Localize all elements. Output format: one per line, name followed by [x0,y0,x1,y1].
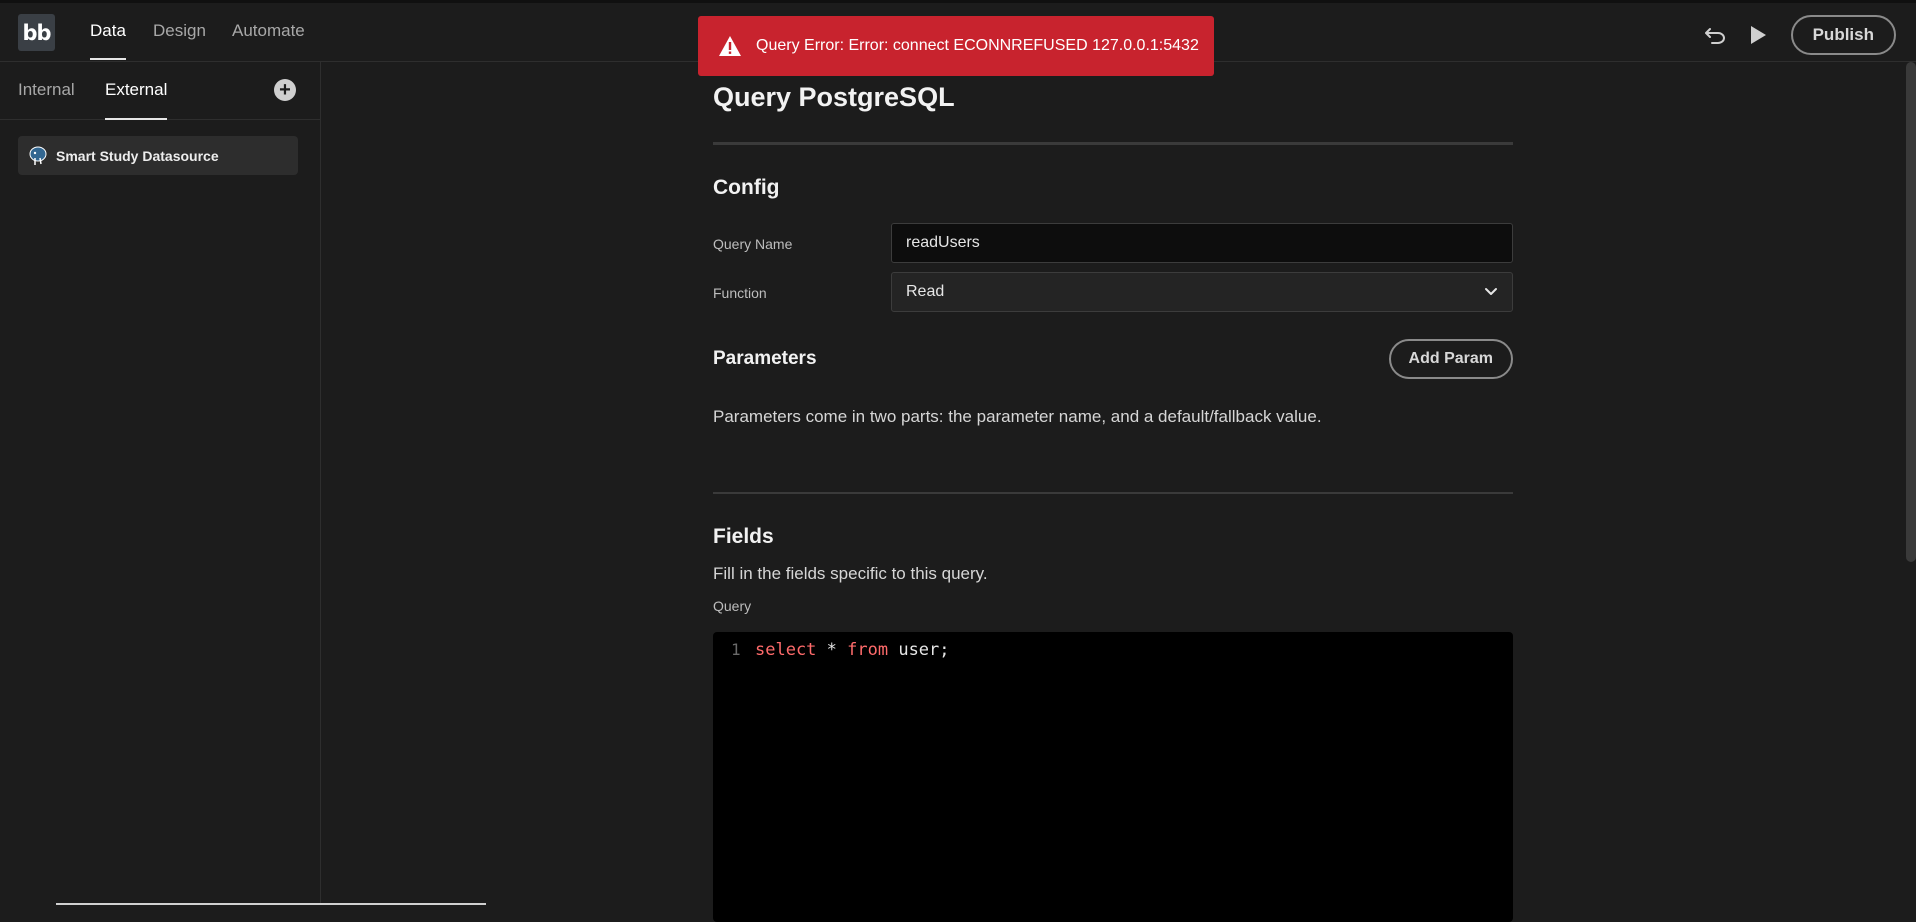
function-label: Function [713,285,767,301]
main-scrollbar[interactable] [1906,62,1916,562]
query-name-input[interactable]: readUsers [891,223,1513,263]
tab-internal[interactable]: Internal [18,80,75,100]
page-title: Query PostgreSQL [713,82,955,113]
tab-data[interactable]: Data [90,21,126,41]
sidebar-tabs: Internal External + [0,62,320,120]
header-actions: Publish [1699,15,1896,55]
tab-external[interactable]: External [105,80,167,100]
fields-heading: Fields [713,525,774,549]
postgresql-icon [28,146,48,166]
sidebar: Internal External + Smart Study Datasour… [0,62,321,905]
undo-icon[interactable] [1699,18,1733,52]
fields-description: Fill in the fields specific to this quer… [713,564,988,584]
datasource-item-smart-study[interactable]: Smart Study Datasource [18,136,298,175]
title-divider [713,142,1513,145]
chevron-down-icon [1484,285,1498,304]
function-select-value: Read [906,283,944,301]
add-circle-icon[interactable]: + [274,79,296,101]
query-label: Query [713,598,751,614]
code-keyword-from: from [847,640,888,660]
toast-message: Query Error: Error: connect ECONNREFUSED… [756,37,1199,55]
query-name-label: Query Name [713,236,792,252]
code-keyword-select: select [755,640,816,660]
alert-triangle-icon [718,35,742,57]
datasource-label: Smart Study Datasource [56,148,219,164]
code-operator: * [816,640,847,660]
publish-button[interactable]: Publish [1791,15,1896,55]
app-logo[interactable]: bb [18,14,55,51]
play-icon[interactable] [1741,18,1775,52]
parameters-heading: Parameters [713,348,817,370]
code-line: select * from user; [755,640,950,660]
parameters-description: Parameters come in two parts: the parame… [713,407,1322,427]
config-heading: Config [713,176,779,200]
tab-design[interactable]: Design [153,21,206,41]
parameters-divider [713,492,1513,494]
main-panel: Query PostgreSQL Config Query Name readU… [322,62,1916,905]
line-number: 1 [731,640,741,659]
tab-automate[interactable]: Automate [232,21,305,41]
error-toast: Query Error: Error: connect ECONNREFUSED… [698,16,1214,76]
query-code-editor[interactable]: 1 select * from user; [713,632,1513,922]
add-param-button[interactable]: Add Param [1389,339,1513,379]
code-table: user; [888,640,949,660]
function-select[interactable]: Read [891,272,1513,312]
